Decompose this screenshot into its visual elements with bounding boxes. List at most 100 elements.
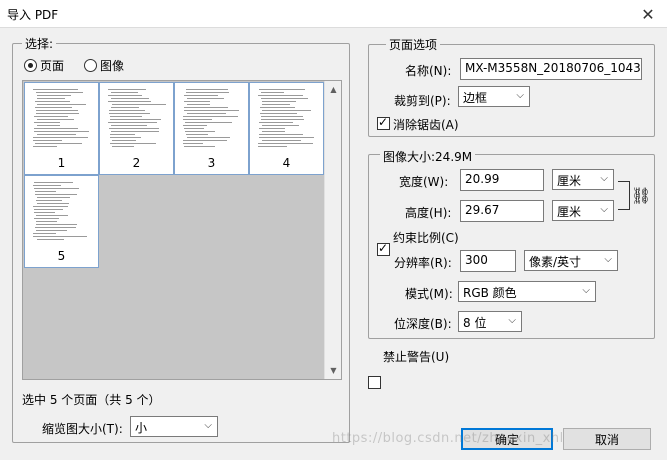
page-preview (183, 87, 241, 151)
text-line (185, 122, 232, 123)
chevron-down-icon: ⌵ (600, 173, 608, 184)
thumbnail-page-5[interactable]: 5 (24, 175, 99, 268)
text-line (109, 113, 150, 114)
resolution-field[interactable]: 300 (460, 250, 516, 272)
text-line (261, 92, 284, 93)
text-line (34, 116, 68, 117)
height-field[interactable]: 29.67 (460, 200, 544, 222)
text-line (186, 89, 228, 90)
text-line (258, 95, 303, 96)
text-line (37, 134, 76, 135)
thumbnail-scrollbar[interactable]: ▲ ▼ (324, 81, 341, 379)
text-line (184, 101, 210, 102)
text-line (187, 113, 226, 114)
depth-value: 8 位 (463, 316, 487, 330)
radio-image-label: 图像 (100, 59, 125, 73)
suppress-warnings-checkbox[interactable] (368, 376, 381, 389)
thumbnail-page-4[interactable]: 4 (249, 82, 324, 175)
antialias-checkbox[interactable] (377, 115, 390, 130)
thumbnail-area[interactable]: 1 2 3 4 5 ▲ ▼ (22, 80, 342, 380)
text-line (110, 119, 161, 120)
text-line (261, 98, 308, 99)
thumbnail-page-1[interactable]: 1 (24, 82, 99, 175)
name-field[interactable]: MX-M3558N_20180706_104316 (460, 58, 642, 80)
thumb-size-select[interactable]: 小 ⌵ (130, 416, 218, 437)
text-line (35, 143, 82, 144)
text-line (110, 143, 156, 144)
resolution-unit-value: 像素/英寸 (529, 255, 582, 269)
watermark: https://blog.csdn.net/zhaoxin_xhl (332, 431, 564, 446)
text-line (112, 140, 136, 141)
resolution-unit-select[interactable]: 像素/英寸 ⌵ (524, 250, 618, 271)
text-line (187, 137, 230, 138)
text-line (112, 146, 134, 147)
text-line (262, 101, 296, 102)
mode-select[interactable]: RGB 颜色 ⌵ (458, 281, 596, 302)
page-preview (258, 87, 316, 151)
text-line (112, 104, 166, 105)
text-line (34, 182, 73, 183)
text-line (183, 119, 212, 120)
name-label: 名称(N): (405, 64, 452, 78)
text-line (183, 125, 207, 126)
radio-image[interactable]: 图像 (84, 57, 124, 74)
constrain-label[interactable]: 约束比例(C) (393, 229, 459, 246)
close-icon[interactable]: ✕ (637, 3, 659, 25)
text-line (33, 89, 78, 90)
radio-page-indicator[interactable] (24, 59, 37, 72)
cancel-button[interactable]: 取消 (563, 428, 651, 450)
radio-page[interactable]: 页面 (24, 57, 64, 74)
height-unit-select[interactable]: 厘米 ⌵ (552, 200, 614, 221)
constrain-checkbox[interactable] (377, 241, 390, 256)
text-line (35, 101, 70, 102)
scroll-up-icon[interactable]: ▲ (325, 81, 341, 98)
text-line (33, 137, 88, 138)
thumbnail-page-2[interactable]: 2 (99, 82, 174, 175)
text-line (34, 188, 79, 189)
thumbnail-page-3[interactable]: 3 (174, 82, 249, 175)
text-line (37, 98, 65, 99)
text-line (186, 134, 208, 135)
scroll-down-icon[interactable]: ▼ (325, 362, 341, 379)
text-line (111, 92, 138, 93)
text-line (261, 116, 303, 117)
text-line (258, 143, 313, 144)
thumbnail-number: 5 (57, 249, 66, 263)
text-line (184, 107, 228, 108)
radio-image-indicator[interactable] (84, 59, 97, 72)
text-line (36, 92, 83, 93)
text-line (183, 140, 227, 141)
text-line (37, 125, 60, 126)
resolution-label: 分辨率(R): (394, 256, 452, 270)
text-line (185, 131, 215, 132)
text-line (111, 125, 147, 126)
chevron-down-icon: ⌵ (204, 420, 212, 431)
text-line (34, 131, 89, 132)
suppress-warnings-label[interactable]: 禁止警告(U) (383, 348, 449, 365)
text-line (33, 140, 62, 141)
text-line (111, 131, 159, 132)
page-preview (108, 87, 166, 151)
text-line (35, 227, 76, 228)
text-line (36, 224, 77, 225)
text-line (33, 185, 61, 186)
crop-value: 边框 (463, 91, 488, 105)
depth-select[interactable]: 8 位 ⌵ (458, 311, 522, 332)
width-unit-select[interactable]: 厘米 ⌵ (552, 169, 614, 190)
crop-label: 裁剪到(P): (394, 94, 451, 108)
select-group-legend: 选择: (22, 35, 57, 52)
text-line (259, 134, 303, 135)
text-line (37, 203, 69, 204)
crop-select[interactable]: 边框 ⌵ (458, 86, 530, 107)
chevron-down-icon: ⌵ (582, 285, 590, 296)
thumbnail-number: 1 (57, 156, 66, 170)
antialias-label[interactable]: 消除锯齿(A) (393, 116, 459, 133)
width-field[interactable]: 20.99 (460, 169, 544, 191)
selection-status: 选中 5 个页面（共 5 个） (22, 393, 161, 407)
text-line (110, 137, 141, 138)
text-line (187, 98, 224, 99)
text-line (35, 107, 72, 108)
text-line (259, 122, 293, 123)
text-line (183, 116, 238, 117)
width-unit-value: 厘米 (557, 174, 582, 188)
